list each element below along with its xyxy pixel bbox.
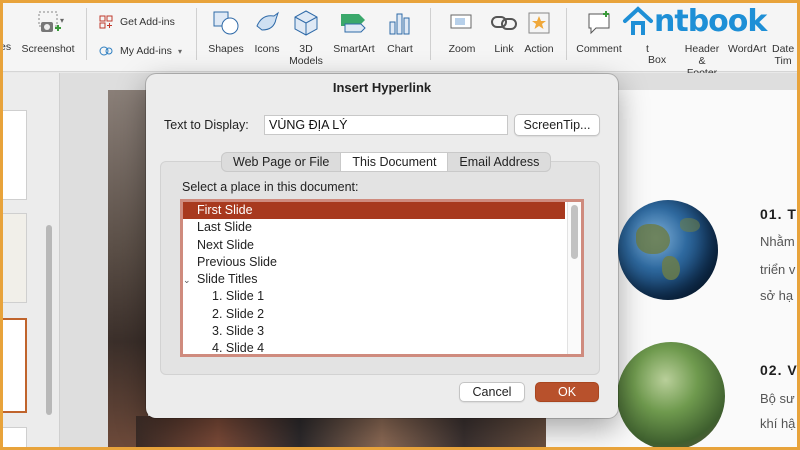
comment-button[interactable]: Comment <box>574 8 624 55</box>
slide-photo <box>108 90 148 450</box>
list-item-slide[interactable]: 4. Slide 4 <box>183 340 581 354</box>
comment-icon <box>588 11 610 35</box>
store-icon <box>99 15 113 29</box>
tab-this-document[interactable]: This Document <box>341 153 449 171</box>
date-time-button[interactable]: Date Tim <box>772 43 794 67</box>
slide-thumbnail[interactable] <box>0 213 27 303</box>
list-item-first-slide[interactable]: First Slide <box>183 202 565 220</box>
screenshot-button[interactable]: Screenshot <box>20 8 76 55</box>
chart-label: Chart <box>387 43 413 55</box>
list-item-next-slide[interactable]: Next Slide <box>183 237 581 254</box>
chart-button[interactable]: Chart <box>380 8 420 55</box>
slide-thumbnail-pane <box>0 73 60 450</box>
link-icon <box>491 16 517 30</box>
smartart-button[interactable]: SmartArt <box>326 8 382 55</box>
star-icon <box>528 12 550 34</box>
my-addins-label: My Add-ins <box>120 45 172 57</box>
earth-image <box>618 200 718 300</box>
screenshot-icon <box>38 11 61 32</box>
icons-button[interactable]: Icons <box>248 8 286 55</box>
3d-models-button[interactable]: 3D Models <box>286 8 326 67</box>
dialog-title: Insert Hyperlink <box>332 80 432 95</box>
slide-text-2a: Bộ sư <box>760 391 795 406</box>
list-item-slide[interactable]: 1. Slide 1 <box>183 288 581 305</box>
slide-text-1b: triển v <box>760 262 796 277</box>
header-footer-label-line1: Header & <box>684 43 720 67</box>
cancel-button[interactable]: Cancel <box>459 382 525 402</box>
3d-models-label-line1: 3D <box>299 43 313 55</box>
action-button[interactable]: Action <box>522 8 556 55</box>
list-item-previous-slide[interactable]: Previous Slide <box>183 254 581 271</box>
tab-email-address[interactable]: Email Address <box>448 153 550 171</box>
bird-icon <box>256 11 279 31</box>
link-button[interactable]: Link <box>486 8 522 55</box>
screenshot-label: Screenshot <box>21 43 75 55</box>
list-item-last-slide[interactable]: Last Slide <box>183 219 581 236</box>
link-target-tabs: Web Page or File This Document Email Add… <box>221 152 552 172</box>
list-item-slide[interactable]: 2. Slide 2 <box>183 306 581 323</box>
brand-logo: ntbook <box>622 4 767 39</box>
list-item-slide-titles[interactable]: ⌄ Slide Titles <box>183 271 581 288</box>
screenshot-partial-label: es <box>0 41 12 53</box>
disclosure-chevron-icon[interactable]: ⌄ <box>183 272 197 289</box>
thumbnail-scrollbar[interactable] <box>46 225 52 415</box>
action-label: Action <box>524 43 554 55</box>
text-box-label: Box <box>648 54 667 66</box>
slide-titles-label: Slide Titles <box>197 272 258 287</box>
list-item-slide[interactable]: 3. Slide 3 <box>183 323 581 340</box>
slide-heading-2: 02. V <box>760 362 798 378</box>
bar-chart-icon <box>389 13 410 35</box>
cube-icon <box>294 10 318 36</box>
insert-hyperlink-dialog: Insert Hyperlink Text to Display: Screen… <box>146 74 618 418</box>
slide-thumbnail[interactable] <box>0 427 27 450</box>
link-label: Link <box>494 43 514 55</box>
date-time-label-line2: Tim <box>774 55 792 67</box>
document-places-list[interactable]: First Slide Last Slide Next Slide Previo… <box>180 199 584 357</box>
3d-models-label-line2: Models <box>289 55 323 67</box>
slide-thumbnail-selected[interactable] <box>0 318 27 413</box>
get-addins-button[interactable]: Get Add-ins <box>98 14 175 30</box>
slide-text-2b: khí hậ <box>760 416 796 431</box>
comment-label: Comment <box>576 43 622 55</box>
date-time-label-line1: Date <box>772 43 795 55</box>
screentip-button[interactable]: ScreenTip... <box>514 114 600 136</box>
slide-text-1a: Nhằm <box>760 234 795 249</box>
slide-text-1c: sở hạ <box>760 288 794 303</box>
addins-icon <box>99 46 113 56</box>
text-to-display-label: Text to Display: <box>164 118 249 132</box>
ok-button[interactable]: OK <box>535 382 599 402</box>
tab-web-page-or-file[interactable]: Web Page or File <box>222 153 342 171</box>
chevron-down-icon[interactable]: ▾ <box>60 16 64 25</box>
smartart-icon <box>341 14 366 33</box>
smartart-label: SmartArt <box>333 43 375 55</box>
select-place-label: Select a place in this document: <box>182 180 359 194</box>
icons-label: Icons <box>254 43 280 55</box>
slide-heading-1: 01. T <box>760 206 797 222</box>
zoom-button[interactable]: Zoom <box>440 8 484 55</box>
my-addins-button[interactable]: My Add-ins ▾ <box>98 43 182 59</box>
shapes-label: Shapes <box>208 43 244 55</box>
slide-photo-bottom <box>136 416 546 450</box>
slide-thumbnail[interactable] <box>0 110 27 200</box>
list-scrollbar[interactable] <box>571 205 578 259</box>
get-addins-label: Get Add-ins <box>120 16 175 28</box>
shapes-icon <box>213 11 239 35</box>
nature-image <box>617 342 725 450</box>
zoom-label: Zoom <box>448 43 476 55</box>
brand-text: ntbook <box>654 4 767 39</box>
shapes-button[interactable]: Shapes <box>204 8 248 55</box>
zoom-icon <box>450 14 472 29</box>
chevron-down-icon: ▾ <box>177 46 182 56</box>
text-to-display-input[interactable] <box>264 115 508 135</box>
wordart-button[interactable]: WordArt <box>728 43 766 55</box>
house-logo-icon <box>623 5 653 35</box>
